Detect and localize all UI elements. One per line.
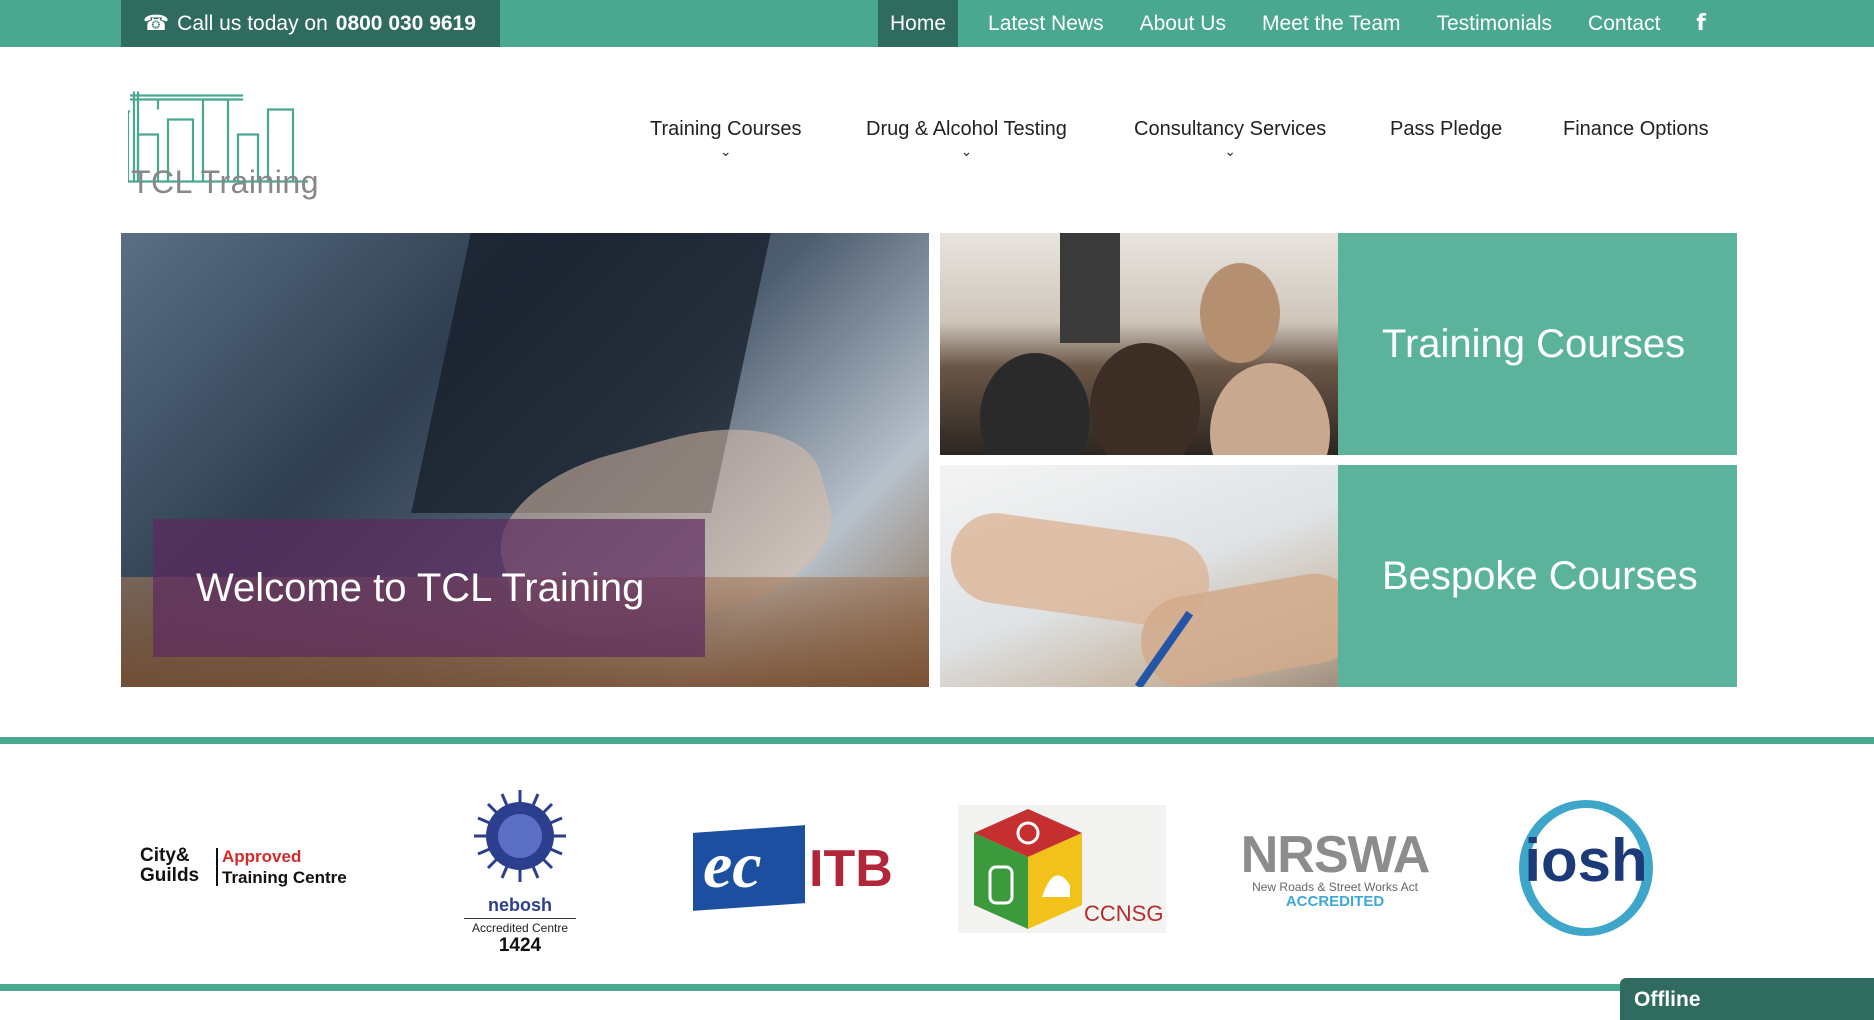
nav-label: Finance Options [1563,118,1709,140]
top-nav-home[interactable]: Home [877,0,959,47]
tile-bespoke-courses[interactable]: Bespoke Courses [940,465,1737,687]
city-guilds-top: City& [140,845,190,866]
phone-icon: ☎ [143,12,170,35]
ecitb-itb: ITB [809,840,893,898]
nrswa-accredited: ACCREDITED [1285,893,1385,910]
call-text: Call us today on [177,11,328,35]
main-nav: Training Courses ⌄ Drug & Alcohol Testin… [620,118,1720,168]
top-nav-meet-the-team[interactable]: Meet the Team [1244,0,1419,47]
nrswa-subtitle: New Roads & Street Works Act [1252,880,1418,894]
tile-label: Training Courses [1338,233,1737,455]
nebosh-globe-icon [474,790,566,882]
writing-photo [940,465,1367,687]
nav-pass-pledge[interactable]: Pass Pledge [1390,118,1502,141]
welcome-heading: Welcome to TCL Training [153,519,705,657]
iosh-name: iosh [1524,827,1648,894]
city-guilds-bottom: Guilds [140,865,200,886]
top-nav: Home Latest News About Us Meet the Team … [877,0,1724,47]
ccnsg-name: CCNSG [1084,901,1164,926]
nebosh-number: 1424 [498,935,542,956]
tile-label: Bespoke Courses [1338,465,1737,687]
nebosh-caption: Accredited Centre [464,918,576,935]
nrswa-name: NRSWA [1240,826,1431,884]
approved-text: Approved [222,847,302,866]
classroom-photo [940,233,1338,455]
phone-number[interactable]: 0800 030 9619 [336,12,476,36]
nav-label: Consultancy Services [1134,118,1327,140]
nav-label: Pass Pledge [1390,118,1503,140]
nav-drug-alcohol-testing[interactable]: Drug & Alcohol Testing ⌄ [866,118,1067,160]
chevron-down-icon: ⌄ [719,143,732,159]
facebook-icon[interactable]: f [1678,11,1724,36]
divider-bottom [0,984,1874,991]
city-guilds-logo[interactable]: City& Guilds Approved Training Centre [140,846,370,896]
nav-label: Training Courses [650,118,802,140]
iosh-logo[interactable]: iosh [1519,800,1653,936]
nav-consultancy-services[interactable]: Consultancy Services ⌄ [1134,118,1326,160]
top-nav-testimonials[interactable]: Testimonials [1419,0,1571,47]
top-bar: ☎ Call us today on 0800 030 9619 Home La… [0,0,1874,47]
ccnsg-cube-icon [974,809,1082,929]
top-nav-contact[interactable]: Contact [1570,0,1678,47]
divider-top [0,737,1874,744]
nav-label: Drug & Alcohol Testing [866,118,1067,140]
training-centre-text: Training Centre [222,868,347,887]
call-us-box[interactable]: ☎ Call us today on 0800 030 9619 [121,0,500,47]
chevron-down-icon: ⌄ [1224,143,1237,159]
top-nav-latest-news[interactable]: Latest News [970,0,1122,47]
nebosh-name: nebosh [487,895,552,915]
top-nav-about-us[interactable]: About Us [1122,0,1244,47]
chat-widget-offline[interactable]: Offline [1620,978,1874,1020]
nrswa-logo[interactable]: NRSWA New Roads & Street Works Act ACCRE… [1230,826,1440,910]
nav-training-courses[interactable]: Training Courses ⌄ [650,118,802,160]
tile-training-courses[interactable]: Training Courses [940,233,1737,455]
ecitb-logo[interactable]: ec ITB [693,825,895,911]
nebosh-logo[interactable]: nebosh Accredited Centre 1424 [458,786,582,956]
ccnsg-logo[interactable]: CCNSG [958,805,1166,933]
logo-text[interactable]: TCL Training [131,164,319,201]
nav-finance-options[interactable]: Finance Options [1563,118,1709,141]
hero-banner[interactable]: Welcome to TCL Training [121,233,929,687]
chevron-down-icon: ⌄ [960,143,973,159]
ecitb-ec: ec [703,829,762,902]
